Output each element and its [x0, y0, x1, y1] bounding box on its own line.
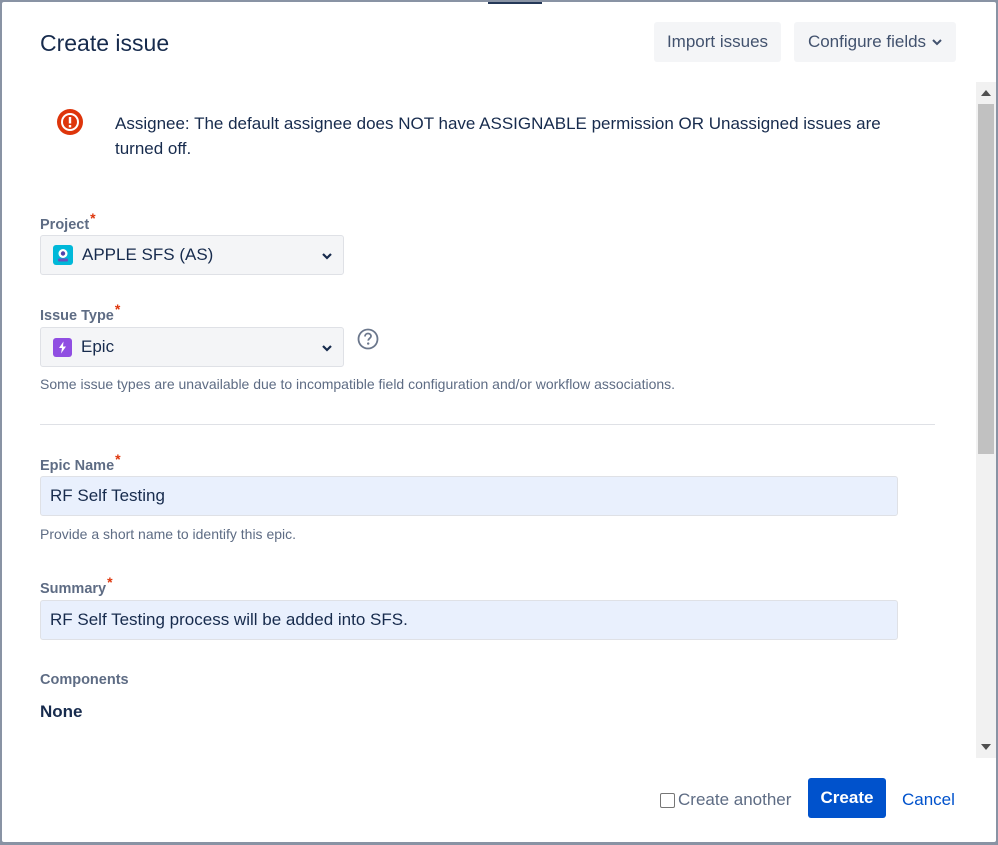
create-another-checkbox[interactable]: Create another [660, 790, 791, 810]
components-value[interactable]: None [40, 702, 83, 722]
import-issues-label: Import issues [666, 32, 769, 51]
required-marker: * [107, 574, 113, 590]
issue-type-note: Some issue types are unavailable due to … [40, 376, 676, 392]
configure-fields-label: Configure fields [807, 32, 927, 51]
create-another-label: Create another [678, 790, 792, 809]
create-button[interactable]: Create [808, 778, 886, 818]
vertical-scrollbar[interactable] [976, 82, 996, 758]
required-marker: * [115, 451, 121, 467]
epic-icon [53, 337, 72, 357]
epic-name-input[interactable]: RF Self Testing [40, 476, 898, 516]
divider [40, 424, 935, 425]
chevron-down-icon [932, 39, 942, 46]
project-value: APPLE SFS (AS) [82, 245, 214, 264]
issue-type-value: Epic [81, 337, 115, 356]
required-marker: * [90, 210, 96, 226]
help-icon[interactable] [357, 328, 379, 350]
scroll-thumb[interactable] [978, 104, 994, 454]
dialog-content: Assignee: The default assignee does NOT … [2, 82, 976, 758]
configure-fields-button[interactable]: Configure fields [794, 22, 956, 62]
create-issue-dialog: Create issue Import issues Configure fie… [2, 2, 996, 842]
scroll-down-arrow[interactable] [981, 744, 991, 750]
chevron-down-icon [322, 253, 332, 260]
error-text: Assignee: The default assignee does NOT … [115, 114, 881, 158]
scroll-up-arrow[interactable] [981, 90, 991, 96]
issue-type-label-text: Issue Type [40, 308, 114, 324]
import-issues-button[interactable]: Import issues [654, 22, 781, 62]
summary-label: Summary* [40, 574, 113, 597]
checkbox-box[interactable] [660, 792, 675, 808]
summary-input[interactable]: RF Self Testing process will be added in… [40, 600, 898, 640]
epic-name-label-text: Epic Name [40, 458, 115, 474]
epic-name-note: Provide a short name to identify this ep… [40, 526, 297, 542]
chevron-down-icon [322, 345, 332, 352]
components-label: Components [40, 672, 129, 688]
dialog-title: Create issue [40, 30, 170, 56]
summary-label-text: Summary [40, 581, 107, 597]
epic-name-label: Epic Name* [40, 451, 121, 474]
issue-type-label: Issue Type* [40, 301, 120, 324]
issue-type-select[interactable]: Epic [40, 327, 344, 367]
project-avatar-icon [53, 245, 73, 265]
project-select[interactable]: APPLE SFS (AS) [40, 235, 344, 275]
project-label: Project* [40, 210, 96, 233]
cancel-link[interactable]: Cancel [902, 790, 955, 810]
error-icon [57, 109, 83, 135]
top-strip [488, 2, 542, 4]
project-label-text: Project [40, 217, 90, 233]
required-marker: * [114, 301, 121, 317]
